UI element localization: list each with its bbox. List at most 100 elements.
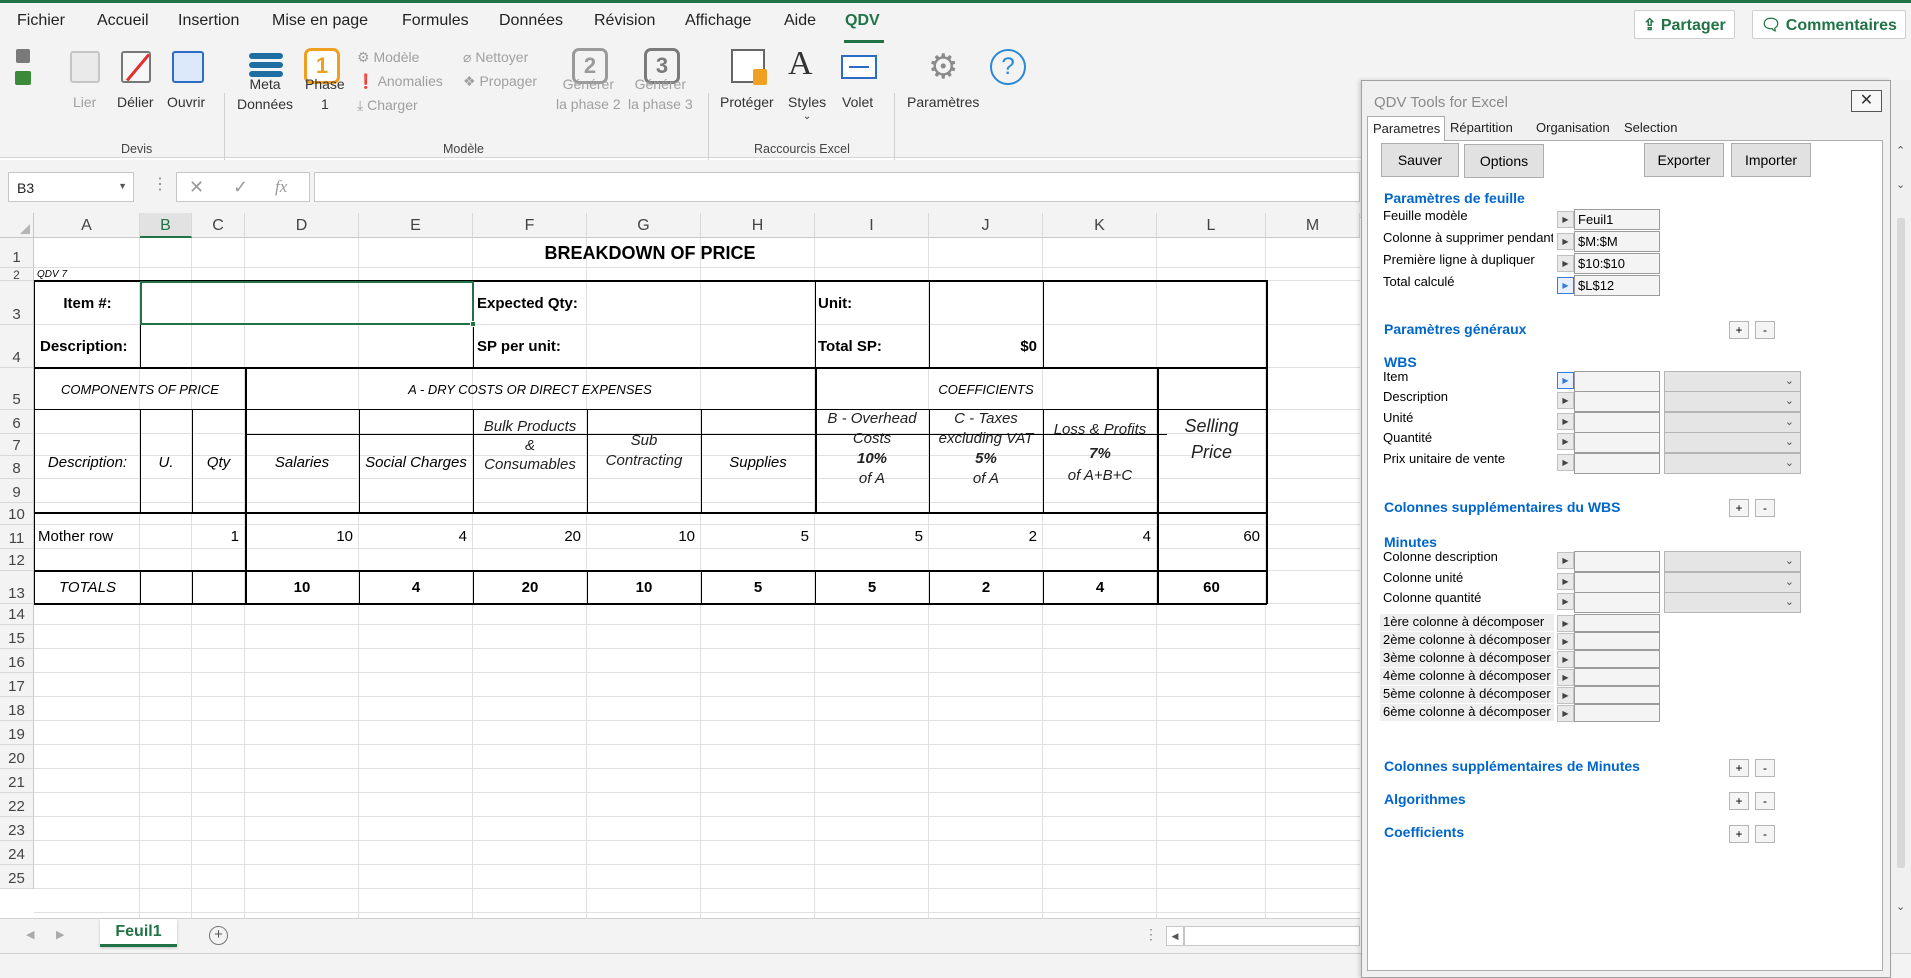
minutes-picker[interactable]: ▶ <box>1557 573 1574 590</box>
minutes-value-field[interactable] <box>1574 572 1660 593</box>
algorithms-remove-button[interactable]: - <box>1755 792 1775 810</box>
column-header-b[interactable]: B <box>140 213 192 238</box>
general-params-add-button[interactable]: + <box>1729 321 1749 339</box>
row-header-14[interactable]: 14 <box>0 604 34 625</box>
column-header-f[interactable]: F <box>473 213 587 238</box>
row-header-18[interactable]: 18 <box>0 697 34 721</box>
wbs-extra-add-button[interactable]: + <box>1729 499 1749 517</box>
param-value-feuille-modele[interactable]: Feuil1 <box>1574 209 1660 230</box>
ouvrir-button[interactable]: Ouvrir <box>167 92 205 112</box>
styles-button[interactable]: Styles ⌄ <box>788 92 826 122</box>
row-header-8[interactable]: 8 <box>0 456 34 479</box>
wbs-extra-remove-button[interactable]: - <box>1755 499 1775 517</box>
proteger-button[interactable]: Protéger <box>720 92 774 112</box>
column-header-a[interactable]: A <box>34 213 140 238</box>
wbs-value-field[interactable] <box>1574 371 1660 392</box>
row-header-9[interactable]: 9 <box>0 479 34 503</box>
decomp-picker[interactable]: ▶ <box>1557 615 1574 632</box>
nettoyer-button[interactable]: ⌀ Nettoyer <box>463 49 528 66</box>
row-header-16[interactable]: 16 <box>0 649 34 673</box>
select-all-corner[interactable] <box>0 213 34 238</box>
tab-mise-en-page[interactable]: Mise en page <box>272 12 368 30</box>
minutes-dropdown[interactable]: ⌄ <box>1664 592 1801 613</box>
parametres-button[interactable]: Paramètres <box>907 92 979 112</box>
row-header-24[interactable]: 24 <box>0 841 34 865</box>
scroll-down-icon[interactable]: ⌄ <box>1896 900 1905 913</box>
row-header-21[interactable]: 21 <box>0 769 34 793</box>
row-header-10[interactable]: 10 <box>0 503 34 525</box>
row-header-1[interactable]: 1 <box>0 238 34 268</box>
tab-accueil[interactable]: Accueil <box>97 12 149 30</box>
generer-phase-3-button[interactable]: Générer la phase 3 <box>628 74 693 114</box>
wbs-picker[interactable]: ▶ <box>1557 433 1574 450</box>
row-header-2[interactable]: 2 <box>0 268 34 282</box>
scroll-up-icon[interactable]: ⌃ <box>1896 144 1905 157</box>
param-value-total-calcule[interactable]: $L$12 <box>1574 275 1660 296</box>
algorithms-add-button[interactable]: + <box>1729 792 1749 810</box>
minutes-value-field[interactable] <box>1574 592 1660 613</box>
exporter-button[interactable]: Exporter <box>1644 143 1724 177</box>
right-scrollbar[interactable]: ⌃ ⌄ ⌄ <box>1891 80 1911 953</box>
minutes-picker[interactable]: ▶ <box>1557 593 1574 610</box>
tool-icon[interactable] <box>15 71 31 85</box>
wbs-value-field[interactable] <box>1574 453 1660 474</box>
minutes-dropdown[interactable]: ⌄ <box>1664 551 1801 572</box>
wbs-dropdown[interactable]: ⌄ <box>1664 391 1801 412</box>
add-sheet-icon[interactable]: + <box>209 926 228 945</box>
name-box[interactable]: B3 ▼ <box>8 172 134 202</box>
decomp-picker[interactable]: ▶ <box>1557 705 1574 722</box>
hscroll-left-icon[interactable]: ◀ <box>1166 926 1184 946</box>
column-header-m[interactable]: M <box>1266 213 1360 238</box>
param-picker-premiere-ligne[interactable]: ▶ <box>1557 255 1574 272</box>
column-header-h[interactable]: H <box>701 213 815 238</box>
row-header-19[interactable]: 19 <box>0 721 34 745</box>
cube-icon[interactable] <box>16 49 30 63</box>
wbs-value-field[interactable] <box>1574 432 1660 453</box>
row-header-22[interactable]: 22 <box>0 793 34 817</box>
function-icon[interactable]: fx <box>275 177 287 197</box>
sauver-button[interactable]: Sauver <box>1381 143 1459 177</box>
close-icon[interactable]: ✕ <box>1851 90 1882 112</box>
modele-button[interactable]: ⚙ Modèle <box>357 49 419 66</box>
wbs-value-field[interactable] <box>1574 391 1660 412</box>
row-header-15[interactable]: 15 <box>0 625 34 649</box>
param-picker-colonne-supprimer[interactable]: ▶ <box>1557 233 1574 250</box>
column-header-g[interactable]: G <box>587 213 701 238</box>
tab-revision[interactable]: Révision <box>594 12 655 30</box>
wbs-dropdown[interactable]: ⌄ <box>1664 432 1801 453</box>
column-header-e[interactable]: E <box>359 213 473 238</box>
minutes-dropdown[interactable]: ⌄ <box>1664 572 1801 593</box>
comments-button[interactable]: 🗨 Commentaires <box>1752 10 1906 39</box>
horizontal-scrollbar[interactable] <box>1184 926 1360 946</box>
coefficients-remove-button[interactable]: - <box>1755 825 1775 843</box>
row-header-5[interactable]: 5 <box>0 368 34 410</box>
share-button[interactable]: ⇪ Partager <box>1634 10 1735 39</box>
minutes-picker[interactable]: ▶ <box>1557 552 1574 569</box>
anomalies-button[interactable]: ❗ Anomalies <box>357 73 443 90</box>
pane-tab-organisation[interactable]: Organisation <box>1536 120 1610 135</box>
row-header-13[interactable]: 13 <box>0 571 34 604</box>
row-header-20[interactable]: 20 <box>0 745 34 769</box>
tab-aide[interactable]: Aide <box>784 12 816 30</box>
column-header-l[interactable]: L <box>1157 213 1266 238</box>
row-header-11[interactable]: 11 <box>0 525 34 549</box>
formula-input[interactable] <box>314 172 1360 202</box>
tab-formules[interactable]: Formules <box>402 12 469 30</box>
column-header-j[interactable]: J <box>929 213 1043 238</box>
selected-cell-b3[interactable] <box>140 281 476 327</box>
wbs-dropdown[interactable]: ⌄ <box>1664 371 1801 392</box>
column-header-c[interactable]: C <box>192 213 245 238</box>
options-button[interactable]: Options <box>1464 144 1544 178</box>
general-params-remove-button[interactable]: - <box>1755 321 1775 339</box>
param-picker-feuille-modele[interactable]: ▶ <box>1557 211 1574 228</box>
wbs-picker[interactable]: ▶ <box>1557 454 1574 471</box>
param-value-colonne-supprimer[interactable]: $M:$M <box>1574 231 1660 252</box>
help-icon[interactable]: ? <box>990 49 1026 85</box>
sheet-tab-feuil1[interactable]: Feuil1 <box>100 919 177 947</box>
row-header-4[interactable]: 4 <box>0 325 34 368</box>
charger-button[interactable]: ⤓ Charger <box>357 97 418 114</box>
column-header-k[interactable]: K <box>1043 213 1157 238</box>
decomp-value-field[interactable] <box>1574 686 1660 704</box>
row-header-12[interactable]: 12 <box>0 549 34 571</box>
pane-tab-selection[interactable]: Selection <box>1624 120 1677 135</box>
